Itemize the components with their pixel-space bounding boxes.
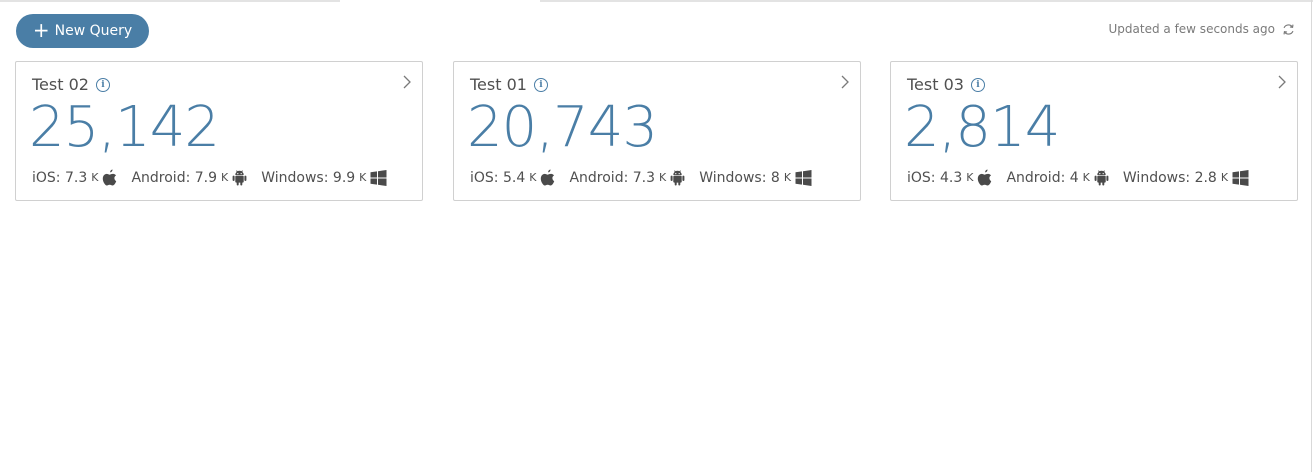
right-scroll-edge: [1311, 0, 1312, 472]
ios-stat: iOS: 7.3 K: [32, 169, 117, 186]
ios-unit: K: [966, 171, 974, 184]
windows-stat: Windows: 2.8 K: [1122, 169, 1249, 186]
windows-icon: [795, 169, 812, 186]
windows-label: Windows:: [699, 169, 767, 186]
card-total: 20,743: [467, 95, 658, 160]
android-unit: K: [659, 171, 667, 184]
chevron-right-icon[interactable]: [402, 74, 412, 94]
card-title: Test 02 i: [32, 75, 110, 94]
refresh-icon[interactable]: [1282, 23, 1295, 36]
active-tab-gap: [340, 0, 540, 2]
platform-stats: iOS: 5.4 K Android: 7.3 K Windows: 8 K: [470, 169, 826, 186]
android-unit: K: [1082, 171, 1090, 184]
windows-unit: K: [783, 171, 792, 184]
windows-unit: K: [1220, 171, 1229, 184]
ios-unit: K: [91, 171, 99, 184]
apple-icon: [540, 169, 555, 186]
card-title-text: Test 03: [907, 75, 964, 94]
ios-stat: iOS: 5.4 K: [470, 169, 555, 186]
plus-icon: +: [32, 18, 50, 42]
query-card-test-01[interactable]: Test 01 i 20,743 iOS: 5.4 K Android: 7.3…: [453, 61, 861, 201]
ios-label: iOS:: [32, 169, 61, 186]
chevron-right-icon[interactable]: [840, 74, 850, 94]
card-title-text: Test 02: [32, 75, 89, 94]
android-stat: Android: 4 K: [1006, 169, 1109, 186]
info-icon[interactable]: i: [95, 77, 110, 92]
windows-stat: Windows: 8 K: [699, 169, 812, 186]
android-icon: [670, 169, 685, 186]
new-query-button[interactable]: + New Query: [16, 14, 149, 48]
query-card-test-02[interactable]: Test 02 i 25,142 iOS: 7.3 K Android: 7.9…: [15, 61, 423, 201]
top-tab-strip: [0, 0, 1313, 2]
platform-stats: iOS: 7.3 K Android: 7.9 K Windows: 9.9 K: [32, 169, 401, 186]
info-icon[interactable]: i: [970, 77, 985, 92]
last-updated: Updated a few seconds ago: [1109, 22, 1295, 36]
ios-stat: iOS: 4.3 K: [907, 169, 992, 186]
platform-stats: iOS: 4.3 K Android: 4 K Windows: 2.8 K: [907, 169, 1263, 186]
updated-text: Updated a few seconds ago: [1108, 22, 1275, 36]
ios-unit: K: [529, 171, 537, 184]
windows-stat: Windows: 9.9 K: [261, 169, 387, 186]
android-label: Android:: [1006, 169, 1066, 186]
ios-label: iOS:: [907, 169, 936, 186]
ios-label: iOS:: [470, 169, 499, 186]
android-stat: Android: 7.3 K: [569, 169, 685, 186]
card-title: Test 01 i: [470, 75, 548, 94]
windows-value: 8: [770, 169, 780, 186]
android-value: 7.3: [632, 169, 656, 186]
info-icon[interactable]: i: [533, 77, 548, 92]
android-value: 7.9: [194, 169, 218, 186]
android-stat: Android: 7.9 K: [131, 169, 247, 186]
windows-label: Windows:: [261, 169, 329, 186]
android-value: 4: [1069, 169, 1079, 186]
query-card-test-03[interactable]: Test 03 i 2,814 iOS: 4.3 K Android: 4 K …: [890, 61, 1298, 201]
android-unit: K: [221, 171, 229, 184]
windows-value: 9.9: [332, 169, 356, 186]
card-title-text: Test 01: [470, 75, 527, 94]
android-label: Android:: [569, 169, 629, 186]
chevron-right-icon[interactable]: [1277, 74, 1287, 94]
windows-icon: [1232, 169, 1249, 186]
android-icon: [232, 169, 247, 186]
card-total: 2,814: [904, 95, 1060, 160]
apple-icon: [977, 169, 992, 186]
ios-value: 4.3: [939, 169, 963, 186]
apple-icon: [102, 169, 117, 186]
windows-icon: [370, 169, 387, 186]
new-query-label: New Query: [54, 23, 133, 39]
windows-value: 2.8: [1194, 169, 1217, 186]
android-label: Android:: [131, 169, 191, 186]
card-total: 25,142: [29, 95, 220, 160]
ios-value: 7.3: [64, 169, 88, 186]
ios-value: 5.4: [502, 169, 526, 186]
windows-unit: K: [359, 171, 367, 184]
windows-label: Windows:: [1122, 169, 1191, 186]
card-title: Test 03 i: [907, 75, 985, 94]
android-icon: [1094, 169, 1109, 186]
